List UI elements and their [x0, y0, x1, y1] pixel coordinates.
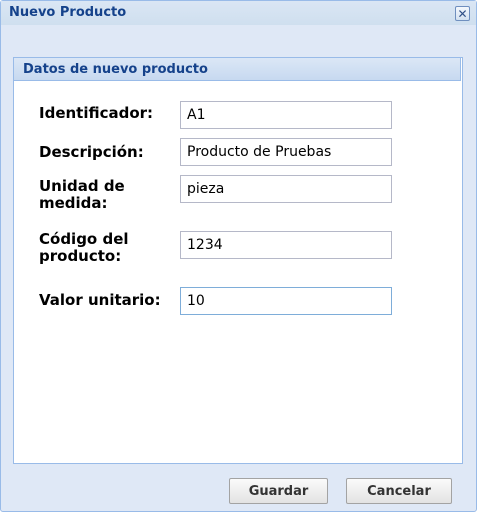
window-title: Nuevo Producto [9, 5, 127, 20]
descripcion-field[interactable] [180, 138, 392, 166]
valor-label: Valor unitario: [39, 291, 161, 309]
codigo-label-line1: Código del [39, 230, 129, 248]
unidad-label-line2: medida: [39, 194, 108, 212]
identificador-label: Identificador: [39, 104, 154, 122]
identificador-field[interactable] [180, 101, 392, 129]
title-bar[interactable]: Nuevo Producto ✕ [1, 1, 476, 25]
descripcion-label: Descripción: [39, 143, 144, 161]
panel-header: Datos de nuevo producto [13, 57, 461, 81]
close-icon[interactable]: ✕ [455, 6, 470, 21]
valor-field[interactable] [180, 287, 392, 315]
panel-title: Datos de nuevo producto [23, 62, 208, 77]
save-button[interactable]: Guardar [229, 478, 328, 504]
unidad-field[interactable] [180, 175, 392, 203]
unidad-label-line1: Unidad de [39, 177, 125, 195]
codigo-label-line2: producto: [39, 247, 122, 265]
codigo-field[interactable] [180, 231, 392, 259]
cancel-button[interactable]: Cancelar [346, 478, 452, 504]
